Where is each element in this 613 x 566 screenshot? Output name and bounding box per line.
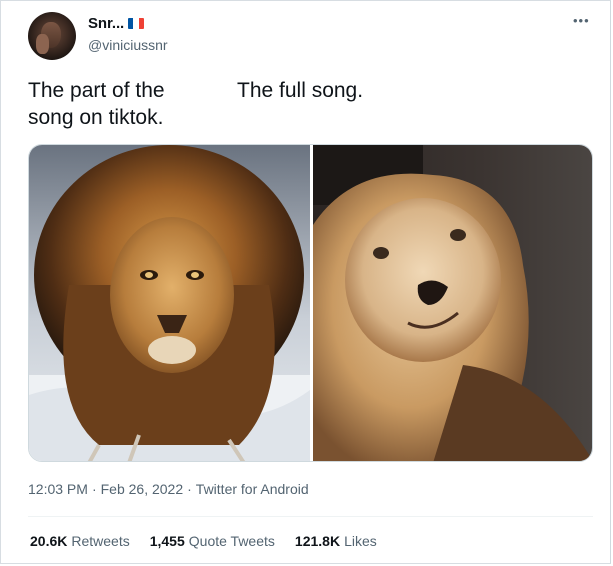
- right-caption: The full song.: [237, 79, 364, 102]
- author-display-name[interactable]: Snr...: [88, 15, 124, 32]
- stats-divider: [28, 516, 593, 517]
- author-handle[interactable]: @viniciussnr: [88, 37, 168, 53]
- likes-stat[interactable]: 121.8K Likes: [295, 533, 377, 549]
- quote-tweets-stat[interactable]: 1,455 Quote Tweets: [150, 533, 275, 549]
- avatar-hand: [36, 34, 49, 54]
- author-name-row[interactable]: Snr...: [88, 15, 145, 32]
- majestic-lion-illustration: [29, 145, 310, 461]
- left-caption-text: The part of the song on tiktok.: [28, 79, 165, 129]
- taxidermy-lion-image[interactable]: [313, 145, 592, 461]
- france-flag-icon: [128, 18, 145, 29]
- more-options-icon[interactable]: •••: [573, 13, 590, 28]
- tweet-card: Snr... @viniciussnr ••• The part of the …: [0, 0, 611, 564]
- tweet-meta: 12:03 PM · Feb 26, 2022 · Twitter for An…: [28, 481, 309, 497]
- avatar[interactable]: [28, 12, 76, 60]
- tweet-date[interactable]: Feb 26, 2022: [101, 481, 184, 497]
- retweets-stat[interactable]: 20.6K Retweets: [30, 533, 130, 549]
- likes-label: Likes: [344, 533, 377, 549]
- retweets-label: Retweets: [71, 533, 130, 549]
- taxidermy-lion-illustration: [313, 145, 592, 461]
- left-caption: The part of the song on tiktok.: [28, 77, 208, 131]
- tweet-time[interactable]: 12:03 PM: [28, 481, 88, 497]
- likes-count: 121.8K: [294, 533, 341, 549]
- quote-tweets-count: 1,455: [149, 533, 185, 549]
- retweets-count: 20.6K: [30, 533, 68, 549]
- meta-separator-2: ·: [187, 481, 192, 497]
- quote-tweets-label: Quote Tweets: [188, 533, 275, 549]
- majestic-lion-image[interactable]: [29, 145, 310, 461]
- meta-separator-1: ·: [91, 481, 97, 497]
- tweet-stats: 20.6K Retweets 1,455 Quote Tweets 121.8K Li…: [30, 533, 377, 549]
- tweet-source[interactable]: Twitter for Android: [196, 481, 309, 497]
- tweet-media[interactable]: [28, 144, 593, 462]
